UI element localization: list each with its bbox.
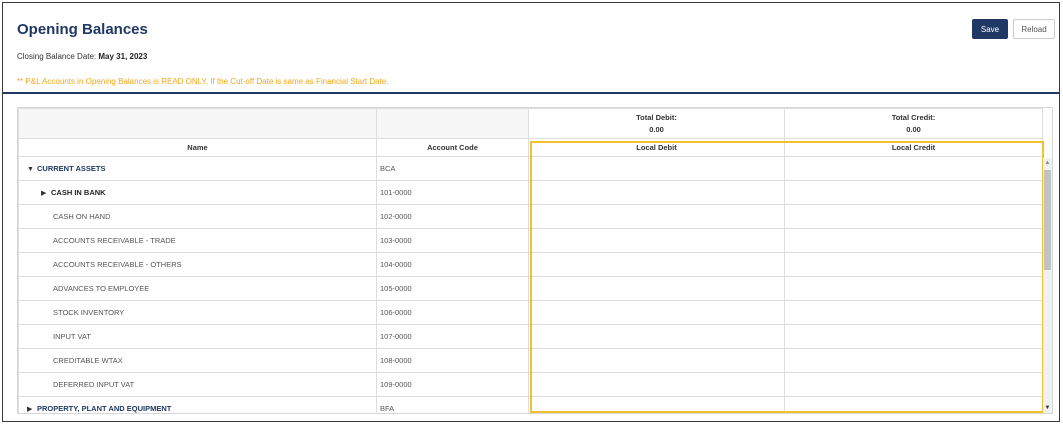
accounts-table-body: ▼ CURRENT ASSETS BCA ▶ CASH IN BANK 101-0000 C… [18, 156, 1043, 413]
account-row[interactable]: CREDITABLE WTAX 108-0000 [18, 348, 1043, 373]
account-name-cell: ▶ CASH IN BANK [18, 180, 377, 205]
caret-down-icon[interactable]: ▼ [27, 166, 37, 173]
account-name: ACCOUNTS RECEIVABLE - TRADE [53, 236, 176, 245]
local-debit-cell[interactable] [528, 324, 785, 349]
local-credit-cell[interactable] [784, 228, 1043, 253]
account-name: CREDITABLE WTAX [53, 356, 123, 365]
account-code-cell: BCA [376, 156, 529, 181]
local-debit-cell[interactable] [528, 228, 785, 253]
opening-balances-window: Opening Balances Closing Balance Date: M… [2, 2, 1060, 422]
reload-button[interactable]: Reload [1013, 19, 1055, 39]
caret-right-icon[interactable]: ▶ [27, 405, 37, 413]
account-name-cell: INPUT VAT [18, 324, 377, 349]
closing-balance-value: May 31, 2023 [98, 52, 148, 61]
account-name: INPUT VAT [53, 332, 91, 341]
account-name: CURRENT ASSETS [37, 164, 106, 173]
totals-blank-cell [376, 108, 529, 139]
total-credit-label: Total Credit: [891, 112, 936, 122]
local-debit-cell[interactable] [528, 276, 785, 301]
column-header-local-debit[interactable]: Local Debit [528, 138, 785, 157]
scroll-up-arrow-icon[interactable]: ▲ [1043, 158, 1052, 168]
account-code-cell: 101-0000 [376, 180, 529, 205]
caret-right-icon[interactable]: ▶ [41, 189, 51, 197]
accounts-table: Total Debit: 0.00 Total Credit: 0.00 Nam… [18, 108, 1043, 413]
total-debit-label: Total Debit: [636, 112, 677, 122]
local-credit-cell[interactable] [784, 396, 1043, 413]
scroll-thumb[interactable] [1044, 170, 1051, 270]
account-name: PROPERTY, PLANT AND EQUIPMENT [37, 404, 172, 413]
local-credit-cell[interactable] [784, 180, 1043, 205]
account-name-cell: DEFERRED INPUT VAT [18, 372, 377, 397]
account-name-cell: CASH ON HAND [18, 204, 377, 229]
local-credit-cell[interactable] [784, 324, 1043, 349]
local-credit-cell[interactable] [784, 156, 1043, 181]
header-divider [3, 92, 1059, 94]
account-name-cell: ▶ PROPERTY, PLANT AND EQUIPMENT [18, 396, 377, 413]
account-row[interactable]: ▶ PROPERTY, PLANT AND EQUIPMENT BFA [18, 396, 1043, 413]
account-code-cell: 108-0000 [376, 348, 529, 373]
save-button[interactable]: Save [972, 19, 1008, 39]
account-row[interactable]: ▼ CURRENT ASSETS BCA [18, 156, 1043, 181]
account-name-cell: ▼ CURRENT ASSETS [18, 156, 377, 181]
total-credit-value: 0.00 [906, 124, 921, 134]
account-row[interactable]: ▶ CASH IN BANK 101-0000 [18, 180, 1043, 205]
account-row[interactable]: STOCK INVENTORY 106-0000 [18, 300, 1043, 325]
account-name: ADVANCES TO EMPLOYEE [53, 284, 150, 293]
local-credit-cell[interactable] [784, 372, 1043, 397]
account-code-cell: 104-0000 [376, 252, 529, 277]
account-row[interactable]: INPUT VAT 107-0000 [18, 324, 1043, 349]
column-header-local-credit[interactable]: Local Credit [784, 138, 1043, 157]
local-debit-cell[interactable] [528, 180, 785, 205]
account-code-cell: 109-0000 [376, 372, 529, 397]
account-name-cell: STOCK INVENTORY [18, 300, 377, 325]
local-debit-cell[interactable] [528, 396, 785, 413]
local-credit-cell[interactable] [784, 276, 1043, 301]
vertical-scrollbar[interactable]: ▲ ▼ [1043, 158, 1052, 413]
local-debit-cell[interactable] [528, 252, 785, 277]
account-code-cell: 105-0000 [376, 276, 529, 301]
local-debit-cell[interactable] [528, 204, 785, 229]
column-header-account-code[interactable]: Account Code [376, 138, 529, 157]
account-row[interactable]: ACCOUNTS RECEIVABLE - OTHERS 104-0000 [18, 252, 1043, 277]
account-name: DEFERRED INPUT VAT [53, 380, 135, 389]
local-credit-cell[interactable] [784, 348, 1043, 373]
column-header-name[interactable]: Name [18, 138, 377, 157]
account-name-cell: ADVANCES TO EMPLOYEE [18, 276, 377, 301]
account-name-cell: ACCOUNTS RECEIVABLE - OTHERS [18, 252, 377, 277]
account-name: STOCK INVENTORY [53, 308, 125, 317]
account-name-cell: ACCOUNTS RECEIVABLE - TRADE [18, 228, 377, 253]
account-code-cell: 102-0000 [376, 204, 529, 229]
account-row[interactable]: DEFERRED INPUT VAT 109-0000 [18, 372, 1043, 397]
local-credit-cell[interactable] [784, 204, 1043, 229]
closing-balance-label: Closing Balance Date: [17, 52, 97, 61]
account-name-cell: CREDITABLE WTAX [18, 348, 377, 373]
column-header-row: Name Account Code Local Debit Local Cred… [18, 138, 1043, 157]
closing-balance-date: Closing Balance Date: May 31, 2023 [17, 52, 147, 61]
account-code-cell: 107-0000 [376, 324, 529, 349]
opening-balances-grid: Total Debit: 0.00 Total Credit: 0.00 Nam… [17, 107, 1053, 414]
account-name: CASH ON HAND [53, 212, 111, 221]
totals-blank-cell [18, 108, 377, 139]
account-row[interactable]: ACCOUNTS RECEIVABLE - TRADE 103-0000 [18, 228, 1043, 253]
total-debit-cell: Total Debit: 0.00 [528, 108, 785, 139]
local-debit-cell[interactable] [528, 156, 785, 181]
read-only-warning: ** P&L Accounts in Opening Balances is R… [17, 77, 389, 86]
totals-row: Total Debit: 0.00 Total Credit: 0.00 [18, 108, 1043, 139]
local-debit-cell[interactable] [528, 372, 785, 397]
account-code-cell: 103-0000 [376, 228, 529, 253]
local-debit-cell[interactable] [528, 348, 785, 373]
total-credit-cell: Total Credit: 0.00 [784, 108, 1043, 139]
account-code-cell: BFA [376, 396, 529, 413]
page-title: Opening Balances [17, 21, 148, 38]
account-name: CASH IN BANK [51, 188, 106, 197]
account-name: ACCOUNTS RECEIVABLE - OTHERS [53, 260, 182, 269]
scroll-down-arrow-icon[interactable]: ▼ [1043, 403, 1052, 413]
account-code-cell: 106-0000 [376, 300, 529, 325]
local-credit-cell[interactable] [784, 252, 1043, 277]
account-row[interactable]: ADVANCES TO EMPLOYEE 105-0000 [18, 276, 1043, 301]
local-credit-cell[interactable] [784, 300, 1043, 325]
local-debit-cell[interactable] [528, 300, 785, 325]
total-debit-value: 0.00 [649, 124, 664, 134]
account-row[interactable]: CASH ON HAND 102-0000 [18, 204, 1043, 229]
